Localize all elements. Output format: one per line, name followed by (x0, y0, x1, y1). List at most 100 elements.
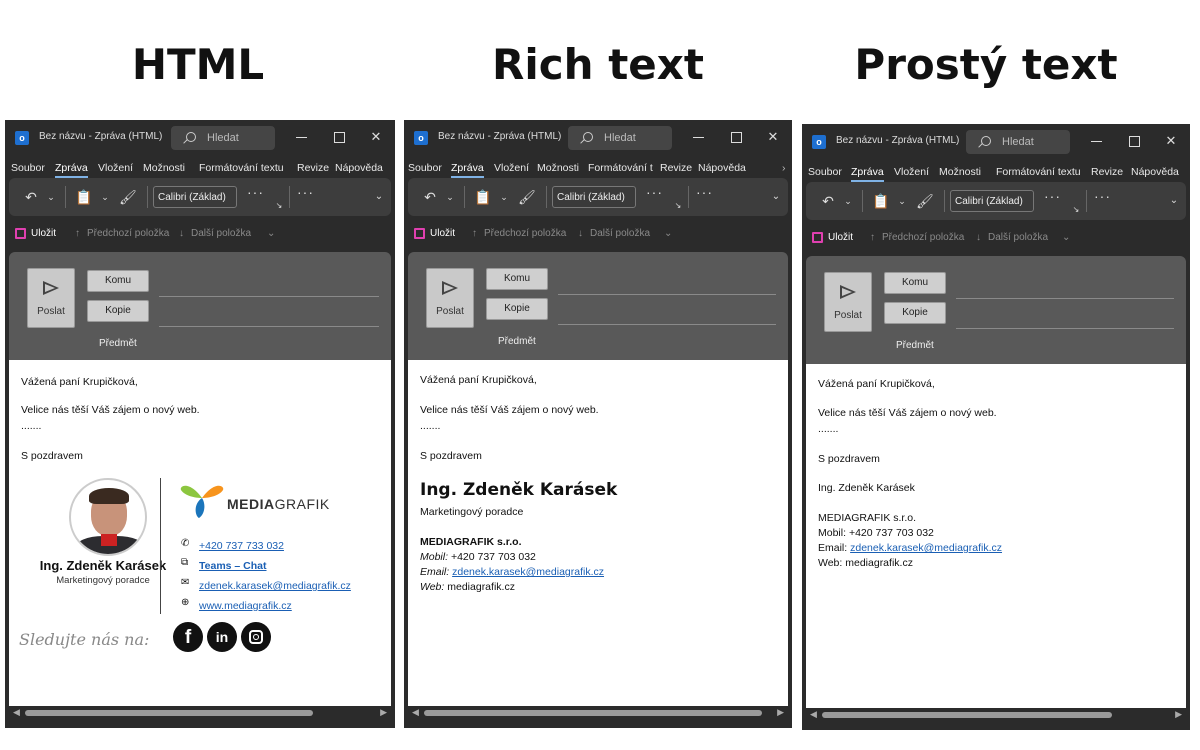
send-button[interactable]: Poslat (824, 272, 872, 332)
save-label[interactable]: Uložit (828, 232, 853, 243)
next-item-button[interactable]: Další položka (590, 228, 650, 239)
menu-napoveda[interactable]: Nápověda (1131, 166, 1179, 178)
chevron-down-icon[interactable]: ⌄ (97, 189, 113, 205)
chevron-down-icon[interactable]: ⌄ (371, 189, 387, 205)
minimize-button[interactable] (295, 130, 309, 144)
customize-icon[interactable]: ⌄ (267, 228, 275, 239)
cc-field[interactable] (558, 324, 776, 325)
menu-napoveda[interactable]: Nápověda (698, 162, 746, 174)
chevron-down-icon[interactable]: ⌄ (1166, 193, 1182, 209)
scroll-thumb[interactable] (822, 712, 1112, 718)
menu-vlozeni[interactable]: Vložení (98, 162, 133, 174)
undo-icon[interactable]: ↶ (820, 193, 836, 209)
chevron-down-icon[interactable]: ⌄ (768, 189, 784, 205)
minimize-button[interactable] (1090, 134, 1104, 148)
customize-icon[interactable]: ⌄ (664, 228, 672, 239)
menu-zprava[interactable]: Zpráva (851, 166, 884, 182)
cc-field[interactable] (956, 328, 1174, 329)
scroll-thumb[interactable] (25, 710, 313, 716)
to-field[interactable] (159, 296, 379, 297)
prev-item-button[interactable]: Předchozí položka (484, 228, 566, 239)
sig-teams[interactable]: Teams – Chat (199, 560, 267, 572)
horizontal-scrollbar[interactable]: ◀ ▶ (408, 706, 788, 720)
cc-button[interactable]: Kopie (87, 300, 149, 322)
linkedin-icon[interactable]: in (207, 622, 237, 652)
sig-web[interactable]: www.mediagrafik.cz (199, 600, 292, 612)
save-icon[interactable] (15, 228, 26, 239)
instagram-icon[interactable] (241, 622, 271, 652)
menu-zprava[interactable]: Zpráva (55, 162, 88, 178)
menu-napoveda[interactable]: Nápověda (335, 162, 383, 174)
menu-formatovani[interactable]: Formátování t (588, 162, 653, 174)
facebook-icon[interactable]: f (173, 622, 203, 652)
menu-moznosti[interactable]: Možnosti (537, 162, 579, 174)
menu-vlozeni[interactable]: Vložení (494, 162, 529, 174)
menu-revize[interactable]: Revize (660, 162, 692, 174)
menu-revize[interactable]: Revize (297, 162, 329, 174)
message-body[interactable]: Vážená paní Krupičková, Velice nás těší … (408, 360, 788, 706)
horizontal-scrollbar[interactable]: ◀ ▶ (9, 706, 391, 720)
paste-icon[interactable]: 📋 (474, 189, 491, 205)
undo-icon[interactable]: ↶ (422, 189, 438, 205)
customize-icon[interactable]: ⌄ (1062, 232, 1070, 243)
message-body[interactable]: Vážená paní Krupičková, Velice nás těší … (806, 364, 1186, 708)
close-button[interactable]: ✕ (1164, 134, 1178, 148)
to-button[interactable]: Komu (87, 270, 149, 292)
horizontal-scrollbar[interactable]: ◀ ▶ (806, 708, 1186, 722)
chevron-down-icon[interactable]: ⌄ (840, 193, 856, 209)
menu-vlozeni[interactable]: Vložení (894, 166, 929, 178)
maximize-button[interactable] (332, 130, 346, 144)
menu-formatovani[interactable]: Formátování textu (996, 166, 1081, 178)
chevron-down-icon[interactable]: ⌄ (894, 193, 910, 209)
maximize-button[interactable] (1127, 134, 1141, 148)
more-options-icon[interactable]: ··· (297, 184, 314, 200)
format-painter-icon[interactable]: 🖌 (119, 189, 137, 205)
chevron-down-icon[interactable]: ⌄ (442, 189, 458, 205)
dialog-launcher-icon[interactable]: ↘ (1068, 202, 1084, 218)
menu-zprava[interactable]: Zpráva (451, 162, 484, 178)
font-select[interactable]: Calibri (Základ) (950, 190, 1034, 212)
more-options-icon[interactable]: ··· (646, 184, 663, 200)
save-label[interactable]: Uložit (31, 228, 56, 239)
menu-soubor[interactable]: Soubor (408, 162, 442, 174)
more-options-icon[interactable]: ··· (696, 184, 713, 200)
menu-revize[interactable]: Revize (1091, 166, 1123, 178)
cc-button[interactable]: Kopie (486, 298, 548, 320)
close-button[interactable]: ✕ (766, 130, 780, 144)
close-button[interactable]: ✕ (369, 130, 383, 144)
sig-phone[interactable]: +420 737 733 032 (199, 540, 284, 552)
more-options-icon[interactable]: ··· (1044, 188, 1061, 204)
maximize-button[interactable] (729, 130, 743, 144)
send-button[interactable]: Poslat (426, 268, 474, 328)
paste-icon[interactable]: 📋 (75, 189, 92, 205)
menu-formatovani[interactable]: Formátování textu (199, 162, 284, 174)
to-field[interactable] (956, 298, 1174, 299)
send-button[interactable]: Poslat (27, 268, 75, 328)
font-select[interactable]: Calibri (Základ) (552, 186, 636, 208)
scroll-thumb[interactable] (424, 710, 762, 716)
next-item-button[interactable]: Další položka (988, 232, 1048, 243)
dialog-launcher-icon[interactable]: ↘ (670, 198, 686, 214)
menu-moznosti[interactable]: Možnosti (143, 162, 185, 174)
chevron-down-icon[interactable]: ⌄ (43, 189, 59, 205)
to-field[interactable] (558, 294, 776, 295)
next-item-button[interactable]: Další položka (191, 228, 251, 239)
more-options-icon[interactable]: ··· (1094, 188, 1111, 204)
chevron-down-icon[interactable]: ⌄ (496, 189, 512, 205)
prev-item-button[interactable]: Předchozí položka (87, 228, 169, 239)
save-label[interactable]: Uložit (430, 228, 455, 239)
search-box[interactable]: Hledat (568, 126, 672, 150)
to-button[interactable]: Komu (486, 268, 548, 290)
menu-soubor[interactable]: Soubor (11, 162, 45, 174)
menu-soubor[interactable]: Soubor (808, 166, 842, 178)
message-body[interactable]: Vážená paní Krupičková, Velice nás těší … (9, 360, 391, 706)
sig-email-link[interactable]: zdenek.karasek@mediagrafik.cz (452, 566, 604, 578)
format-painter-icon[interactable]: 🖌 (518, 189, 536, 205)
save-icon[interactable] (414, 228, 425, 239)
menu-moznosti[interactable]: Možnosti (939, 166, 981, 178)
format-painter-icon[interactable]: 🖌 (916, 193, 934, 209)
search-box[interactable]: Hledat (966, 130, 1070, 154)
to-button[interactable]: Komu (884, 272, 946, 294)
cc-button[interactable]: Kopie (884, 302, 946, 324)
sig-email-link[interactable]: zdenek.karasek@mediagrafik.cz (850, 542, 1002, 554)
